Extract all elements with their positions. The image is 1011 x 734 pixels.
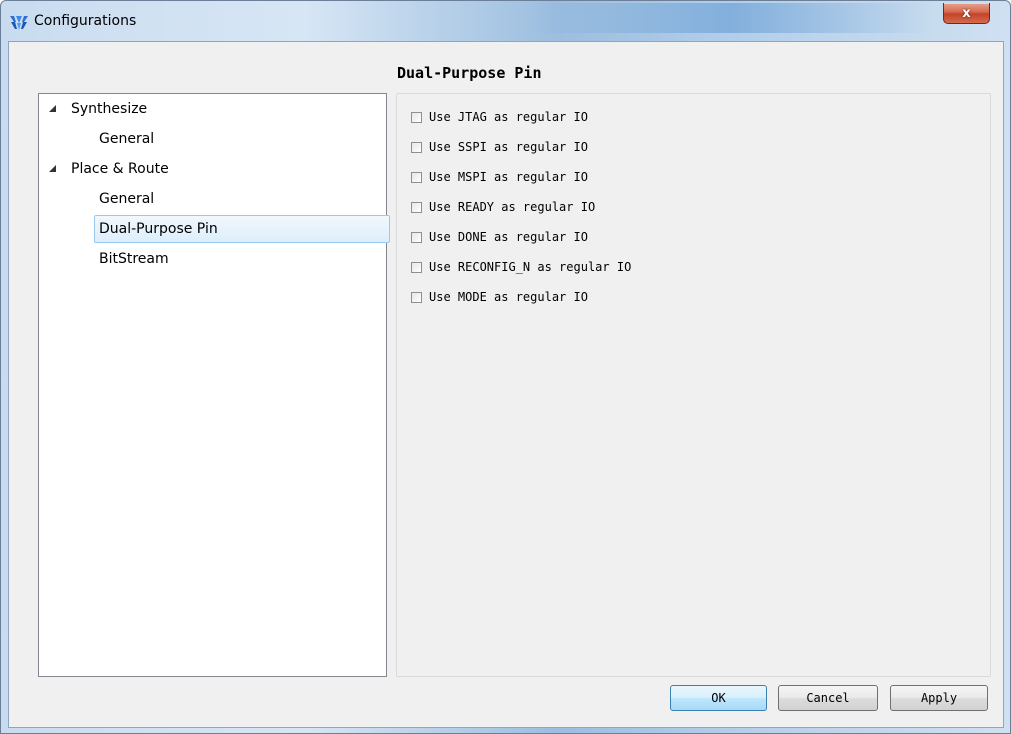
tree-item-dual-purpose-pin[interactable]: Dual-Purpose Pin xyxy=(94,215,390,243)
option-mode[interactable]: Use MODE as regular IO xyxy=(411,287,588,307)
tree-item-bitstream[interactable]: BitStream xyxy=(99,246,169,272)
option-label: Use DONE as regular IO xyxy=(429,230,588,244)
tree-item-synthesize-general[interactable]: General xyxy=(99,126,154,152)
ok-button[interactable]: OK xyxy=(670,685,767,711)
checkbox[interactable] xyxy=(411,111,422,123)
tree-item-label: Place & Route xyxy=(71,161,169,177)
tree-item-label: General xyxy=(99,131,155,147)
option-reconfig-n[interactable]: Use RECONFIG_N as regular IO xyxy=(411,257,631,277)
window-title: Configurations xyxy=(34,13,137,29)
configurations-window: Configurations x Dual-Purpose Pin Synthe… xyxy=(0,0,1011,734)
checkbox[interactable] xyxy=(411,171,422,183)
tree-item-place-route-general[interactable]: General xyxy=(99,186,154,212)
tree-item-label: Synthesize xyxy=(71,101,148,117)
cancel-button[interactable]: Cancel xyxy=(778,685,878,711)
tree-item-place-route[interactable]: Place & Route xyxy=(71,156,169,182)
checkbox[interactable] xyxy=(411,141,422,153)
option-done[interactable]: Use DONE as regular IO xyxy=(411,227,588,247)
checkbox[interactable] xyxy=(411,261,422,273)
checkbox[interactable] xyxy=(411,291,422,303)
checkbox[interactable] xyxy=(411,201,422,213)
expand-arrow-icon[interactable] xyxy=(49,165,56,172)
options-panel: Use JTAG as regular IO Use SSPI as regul… xyxy=(396,93,991,677)
category-tree[interactable]: Synthesize General Place & Route General… xyxy=(38,93,390,677)
option-mspi[interactable]: Use MSPI as regular IO xyxy=(411,167,588,187)
dialog-body: Dual-Purpose Pin Synthesize General Plac… xyxy=(8,41,1004,728)
tree-item-label: BitStream xyxy=(99,251,169,267)
close-button[interactable]: x xyxy=(943,3,990,24)
option-label: Use RECONFIG_N as regular IO xyxy=(429,260,632,274)
apply-button[interactable]: Apply xyxy=(890,685,988,711)
option-label: Use MODE as regular IO xyxy=(429,290,588,304)
tree-item-label: General xyxy=(99,191,155,207)
app-logo-icon xyxy=(10,16,28,30)
option-jtag[interactable]: Use JTAG as regular IO xyxy=(411,107,588,127)
option-label: Use SSPI as regular IO xyxy=(429,140,588,154)
page-title: Dual-Purpose Pin xyxy=(397,64,542,82)
option-sspi[interactable]: Use SSPI as regular IO xyxy=(411,137,588,157)
option-label: Use READY as regular IO xyxy=(429,200,596,214)
expand-arrow-icon[interactable] xyxy=(49,105,56,112)
option-label: Use MSPI as regular IO xyxy=(429,170,588,184)
title-bar-glow xyxy=(531,3,931,33)
option-ready[interactable]: Use READY as regular IO xyxy=(411,197,595,217)
close-icon: x xyxy=(962,5,971,21)
tree-item-label: Dual-Purpose Pin xyxy=(99,221,218,237)
title-bar[interactable]: Configurations x xyxy=(1,1,1010,41)
option-label: Use JTAG as regular IO xyxy=(429,110,588,124)
tree-item-synthesize[interactable]: Synthesize xyxy=(71,96,147,122)
checkbox[interactable] xyxy=(411,231,422,243)
